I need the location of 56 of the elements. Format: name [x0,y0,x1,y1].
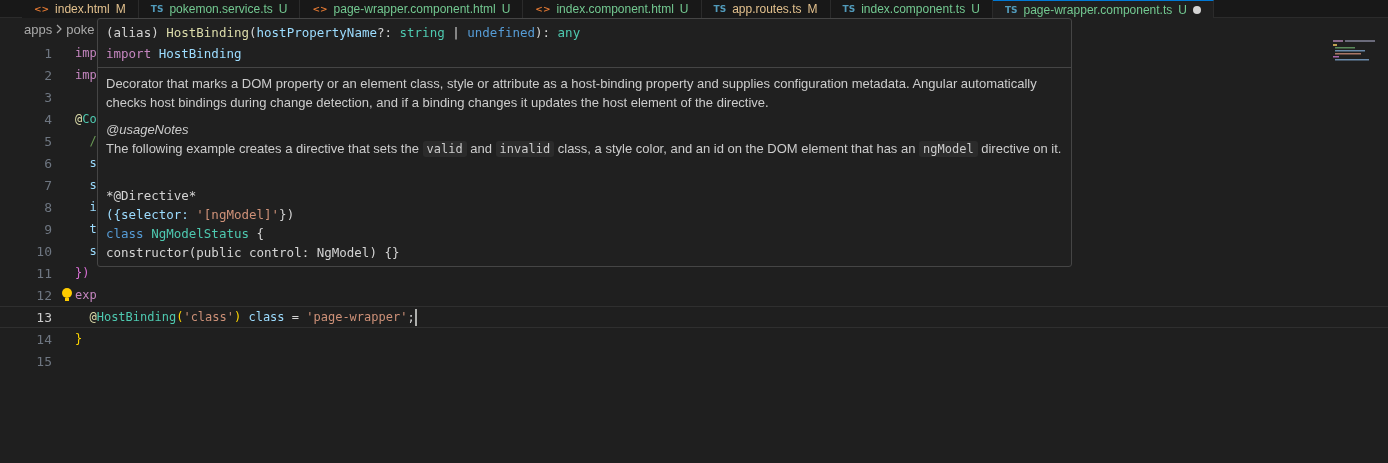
line-number: 11 [35,265,52,281]
code-line: s [88,156,97,170]
line-number: 15 [35,353,52,369]
editor-tab[interactable]: TS page-wrapper.component.ts U [992,0,1214,18]
editor-tab[interactable]: <> index.component.html U [523,0,702,18]
code-line: @Co [75,112,97,126]
breadcrumb-item[interactable]: poke [66,21,95,37]
line-number: 9 [43,221,52,237]
example-code-line: *@Directive* [106,187,198,205]
line-number: 2 [43,67,52,83]
example-code-line: class NgModelStatus { [106,225,266,243]
breadcrumb-item[interactable]: apps [24,21,53,37]
code-line: } [75,332,83,346]
chevron-icon [56,24,63,34]
editor-tab[interactable]: <> index.html M [22,0,139,18]
line-number: 10 [35,243,52,259]
line-number: 6 [43,155,52,171]
signature-text: (alias) HostBinding(hostPropertyName?: string | undefined): any [106,24,582,42]
example-code-line: ({selector: '[ngModel]'}) [106,206,296,224]
line-number: 8 [43,199,52,215]
line-number: 7 [43,177,52,193]
code-line: / [88,134,97,148]
lightbulb-icon[interactable] [61,288,73,302]
line-number: 14 [35,331,52,347]
editor-tab[interactable]: <> page-wrapper.component.html U [300,0,524,18]
code-line: i [88,200,97,214]
import-text: import HostBinding [106,45,243,63]
typescript-file-icon: TS [1004,4,1018,15]
html-file-icon: <> [312,4,328,14]
html-file-icon: <> [535,4,551,14]
line-number: 3 [43,89,52,105]
code-line: t [88,222,97,236]
line-number: 4 [43,111,52,127]
html-file-icon: <> [34,4,50,14]
line-number: 13 [35,309,52,325]
code-line: imp [75,68,97,82]
editor-tab[interactable]: TS app.routes.ts M [701,0,831,18]
code-line: s [88,178,97,192]
editor-tab[interactable]: TS index.component.ts U [830,0,993,18]
line-number: 1 [43,45,52,61]
description-text: Decorator that marks a DOM property or an element class, style or attribute as a host-binding property and supplies configuration metadata. Angular automatically checks host bindings during change detection, and if a binding changes it updates the host element of the directive. [106,75,1038,112]
code-line: }) [75,266,90,280]
example-code-line: constructor(public control: NgModel) {} [106,244,401,262]
code-line: @HostBinding('class') class = 'page-wrapper'; [88,308,417,326]
code-line: exp [75,288,97,302]
typescript-file-icon: TS [150,4,164,14]
typescript-file-icon: TS [842,4,856,14]
editor-tab[interactable]: TS pokemon.service.ts U [138,0,301,18]
usage-notes-text: The following example creates a directive that sets the valid and invalid class, a style color, and an id on the DOM element that has an ngModel directive on it. [106,140,1063,158]
typescript-file-icon: TS [713,4,727,14]
text-cursor [414,308,417,326]
line-number: 5 [43,133,52,149]
line-number: 12 [35,287,52,303]
code-line: s [88,244,97,258]
usage-notes-heading: @usageNotes [106,121,190,139]
code-line: imp [75,46,97,60]
